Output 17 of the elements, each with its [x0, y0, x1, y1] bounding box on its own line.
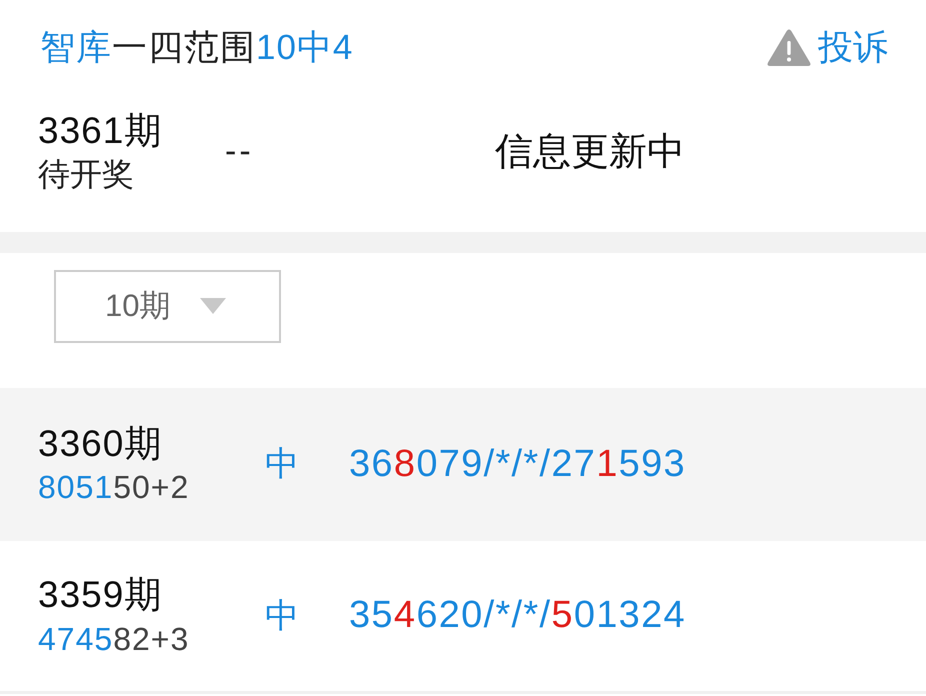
draw-numbers: 474582+3	[38, 620, 190, 659]
draw-status: 待开奖	[38, 155, 134, 194]
hit-label: 中	[265, 444, 299, 486]
update-message: 信息更新中	[495, 130, 685, 175]
issue-number: 3361期	[38, 109, 162, 153]
issue-number: 3360期	[38, 422, 162, 466]
complaint-button[interactable]: 投诉	[767, 24, 888, 71]
caret-icon	[200, 298, 226, 314]
picks-numbers: 354620/*/*/501324	[349, 594, 686, 638]
hit-label: 中	[265, 596, 299, 637]
period-select[interactable]: 10期	[54, 270, 281, 343]
issue-number: 3359期	[38, 573, 162, 618]
picks-numbers: 368079/*/*/271593	[349, 442, 686, 486]
page-title: 智库一四范围10中4	[40, 27, 354, 69]
draw-result: --	[225, 132, 254, 171]
draw-numbers: 805150+2	[38, 468, 190, 508]
warning-icon	[767, 28, 811, 66]
